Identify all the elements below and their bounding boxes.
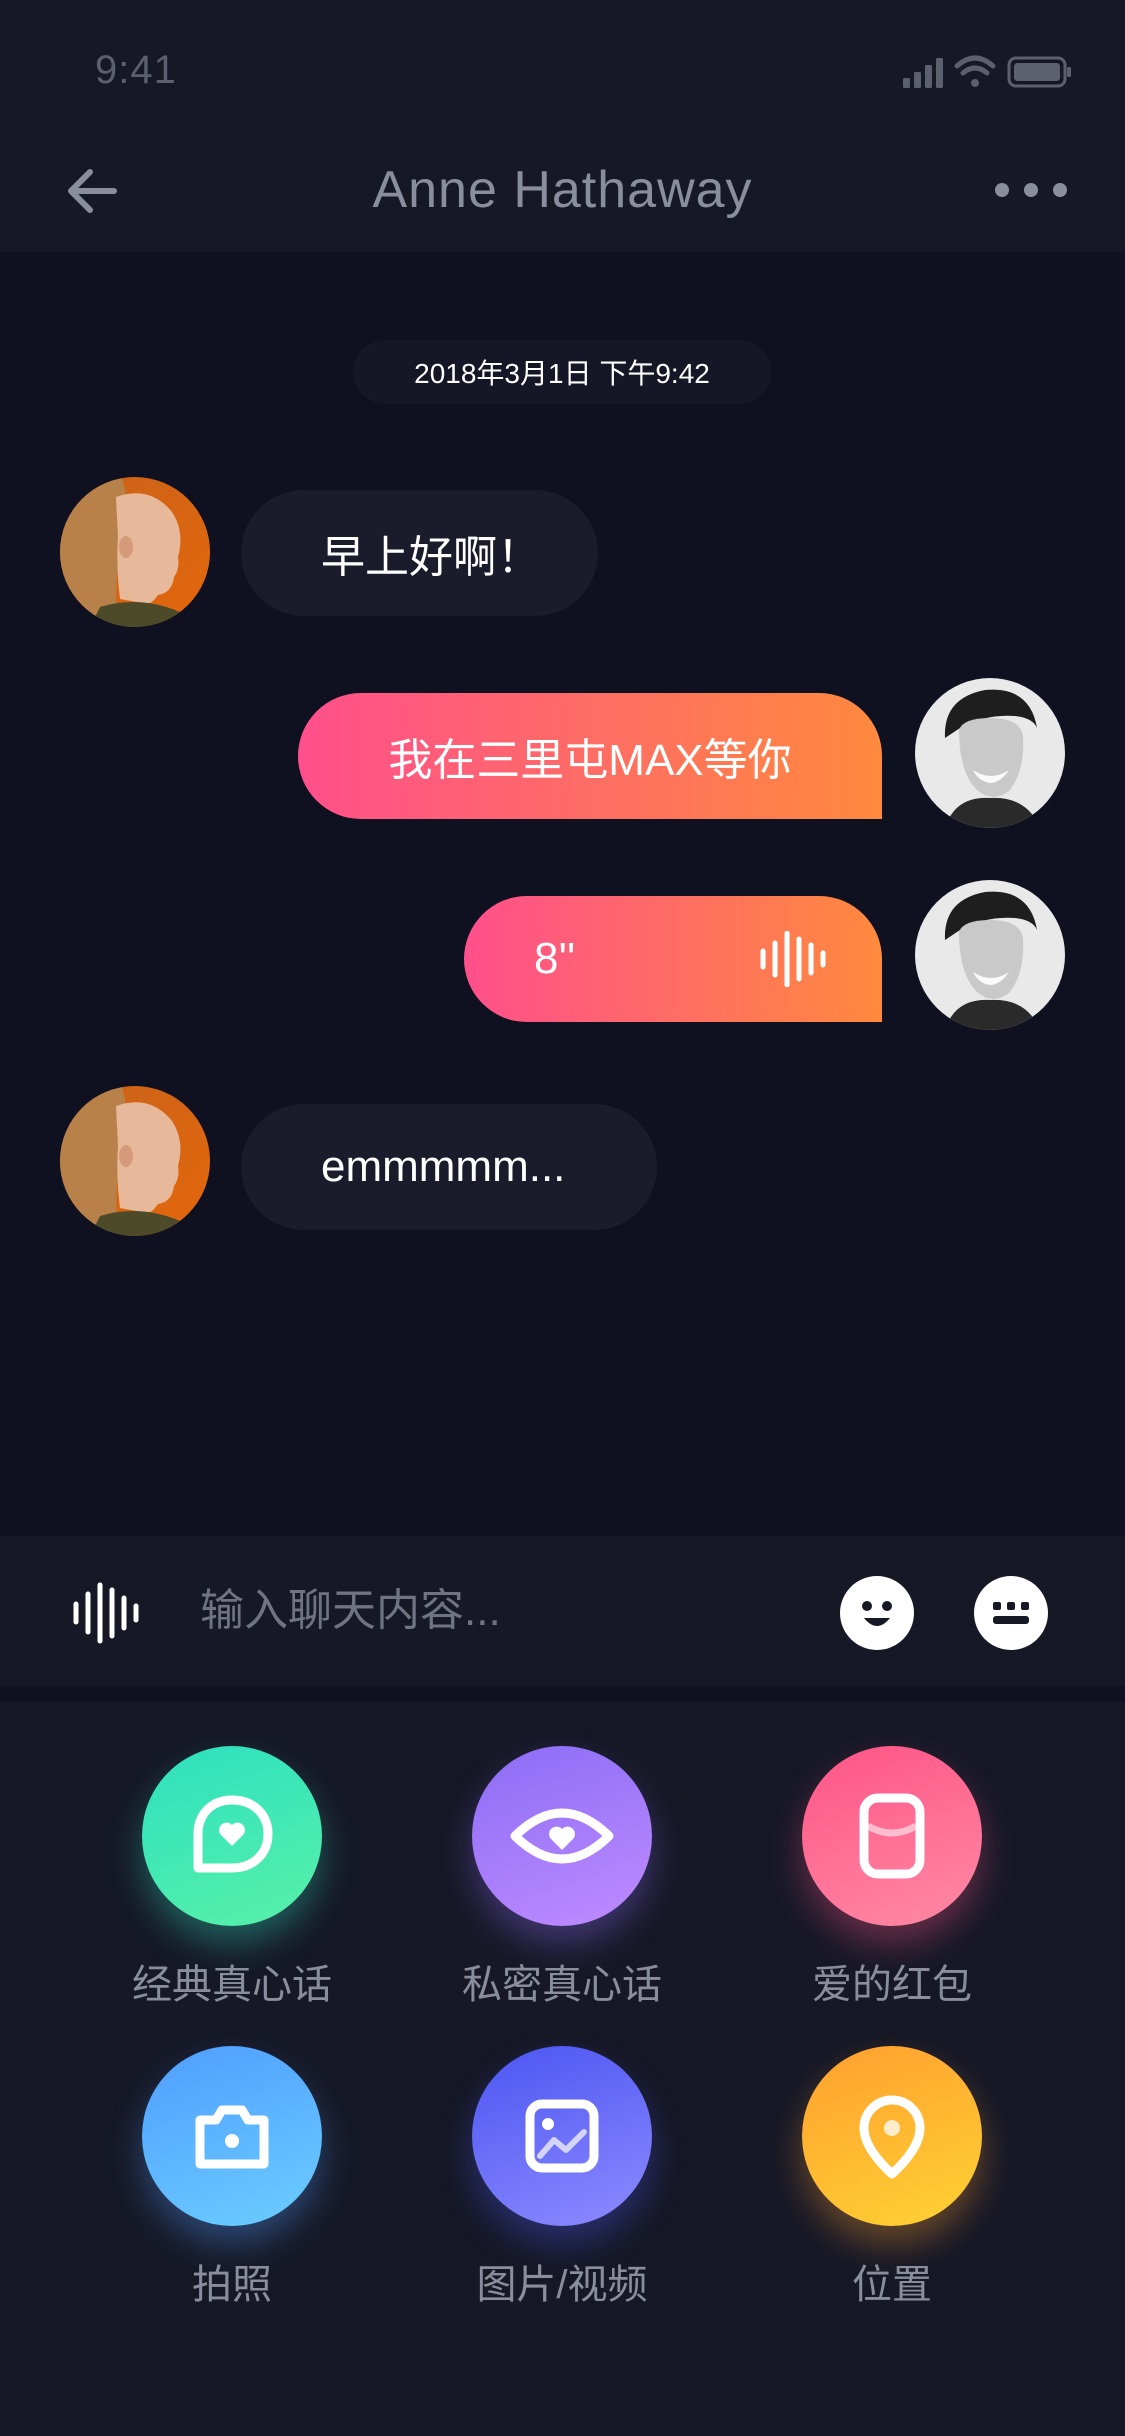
voice-duration: 8'' bbox=[534, 934, 576, 983]
contact-avatar[interactable] bbox=[60, 1086, 210, 1236]
status-time: 9:41 bbox=[95, 48, 177, 92]
message-bubble-incoming[interactable]: emmmmm... bbox=[241, 1104, 657, 1230]
heart-eye-icon bbox=[510, 1808, 614, 1864]
message-bubble-outgoing[interactable]: 我在三里屯MAX等你 bbox=[298, 693, 882, 819]
battery-icon bbox=[1007, 56, 1071, 88]
nav-bar: Anne Hathaway bbox=[0, 130, 1125, 252]
tool-private-truth[interactable]: 私密真心话 bbox=[432, 1702, 692, 2007]
chat-area[interactable]: 2018年3月1日 下午9:42 早上好啊！ 我在三里屯MAX等你 8'' em… bbox=[0, 252, 1125, 1536]
voice-input-button[interactable] bbox=[72, 1582, 144, 1644]
tool-icon-circle bbox=[472, 2046, 652, 2226]
tool-classic-truth[interactable]: 经典真心话 bbox=[102, 1702, 362, 2007]
signal-icon bbox=[903, 58, 943, 88]
tool-label: 位置 bbox=[852, 2263, 932, 2307]
image-icon bbox=[525, 2099, 599, 2173]
tool-icon-circle bbox=[142, 1746, 322, 1926]
tool-icon-circle bbox=[802, 1746, 982, 1926]
status-icons bbox=[873, 52, 1073, 92]
message-text: 我在三里屯MAX等你 bbox=[388, 736, 792, 785]
camera-icon bbox=[195, 2105, 269, 2169]
tool-red-packet[interactable]: 爱的红包 bbox=[762, 1702, 1022, 2007]
emoji-icon bbox=[862, 1601, 892, 1626]
voice-wave-icon bbox=[73, 1582, 139, 1644]
tool-location[interactable]: 位置 bbox=[762, 2002, 1022, 2307]
tool-icon-circle bbox=[472, 1746, 652, 1926]
message-input[interactable] bbox=[200, 1576, 820, 1646]
voice-wave-icon bbox=[760, 931, 826, 987]
tool-icon-circle bbox=[802, 2046, 982, 2226]
status-bar: 9:41 bbox=[0, 0, 1125, 130]
input-bar bbox=[0, 1536, 1125, 1686]
heart-chat-icon bbox=[193, 1795, 273, 1873]
user-avatar[interactable] bbox=[915, 880, 1065, 1030]
tools-panel: 经典真心话 私密真心话 爱的红包 拍照 图片/视频 位置 bbox=[0, 1702, 1125, 2436]
tool-label: 图片/视频 bbox=[476, 2263, 648, 2307]
keyboard-icon bbox=[993, 1602, 1029, 1624]
location-pin-icon bbox=[859, 2095, 925, 2179]
tool-label: 拍照 bbox=[192, 2263, 272, 2307]
more-button[interactable] bbox=[992, 176, 1070, 204]
contact-avatar[interactable] bbox=[60, 477, 210, 627]
chat-timestamp: 2018年3月1日 下午9:42 bbox=[353, 340, 771, 404]
voice-message-bubble[interactable]: 8'' bbox=[464, 896, 882, 1022]
tool-icon-circle bbox=[142, 2046, 322, 2226]
wifi-icon bbox=[954, 55, 996, 87]
message-text: emmmmm... bbox=[321, 1142, 566, 1191]
message-bubble-incoming[interactable]: 早上好啊！ bbox=[241, 490, 598, 616]
user-avatar[interactable] bbox=[915, 678, 1065, 828]
red-packet-icon bbox=[859, 1793, 925, 1879]
tool-photo-video[interactable]: 图片/视频 bbox=[432, 2002, 692, 2307]
page-title: Anne Hathaway bbox=[372, 161, 753, 219]
message-text: 早上好啊！ bbox=[321, 533, 541, 582]
more-dots-icon bbox=[995, 183, 1067, 197]
keyboard-button[interactable] bbox=[974, 1576, 1048, 1650]
emoji-button[interactable] bbox=[840, 1576, 914, 1650]
tool-camera[interactable]: 拍照 bbox=[102, 2002, 362, 2307]
